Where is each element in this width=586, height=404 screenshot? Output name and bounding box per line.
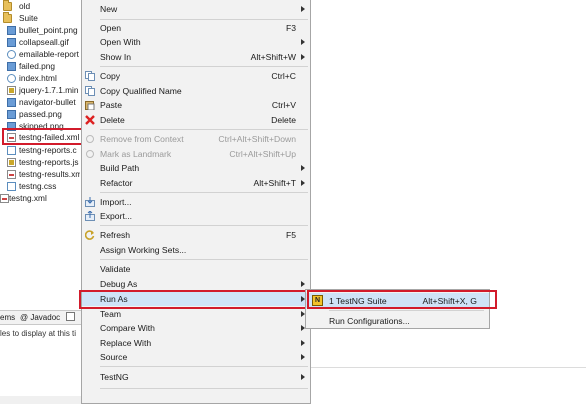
- paste-icon: [85, 100, 95, 111]
- menu-item-source[interactable]: Source: [82, 350, 310, 364]
- highlight-testng-suite: [307, 290, 497, 309]
- submenu-separator: [329, 310, 484, 311]
- editor-area: [311, 0, 586, 404]
- menu-separator: [100, 129, 308, 130]
- bottom-panel-message: les to display at this ti: [0, 329, 77, 338]
- submenu-item-run-configurations[interactable]: Run Configurations...: [306, 313, 489, 328]
- js-file-icon: [7, 86, 16, 95]
- menu-item-testng[interactable]: TestNG: [82, 370, 310, 384]
- image-file-icon: [7, 38, 16, 47]
- xml-file-icon: [7, 170, 16, 179]
- submenu-arrow-icon: [301, 374, 305, 380]
- menu-separator: [100, 192, 308, 193]
- menu-item-assign-working-sets[interactable]: Assign Working Sets...: [82, 243, 310, 257]
- menu-separator: [100, 388, 308, 389]
- highlight-run-as: [79, 290, 308, 309]
- xml-file-icon: [0, 194, 9, 203]
- menu-item-replace-with[interactable]: Replace With: [82, 336, 310, 350]
- css-file-icon: [7, 146, 16, 155]
- menu-item-refactor[interactable]: Refactor Alt+Shift+T: [82, 176, 310, 190]
- menu-item-show-in[interactable]: Show In Alt+Shift+W: [82, 50, 310, 64]
- refresh-icon: [84, 230, 95, 240]
- folder-icon: [3, 12, 12, 23]
- menu-item-debug-as[interactable]: Debug As: [82, 277, 310, 291]
- menu-separator: [100, 225, 308, 226]
- remove-context-icon: [85, 134, 95, 144]
- menu-item-new[interactable]: New: [82, 2, 310, 16]
- declaration-icon[interactable]: [66, 312, 75, 321]
- menu-separator: [100, 66, 308, 67]
- submenu-arrow-icon: [301, 54, 305, 60]
- menu-separator: [100, 19, 308, 20]
- menu-item-compare-with[interactable]: Compare With: [82, 321, 310, 335]
- image-file-icon: [7, 110, 16, 119]
- submenu-arrow-icon: [301, 6, 305, 12]
- menu-item-copy[interactable]: Copy Ctrl+C: [82, 69, 310, 83]
- submenu-arrow-icon: [301, 39, 305, 45]
- menu-item-open[interactable]: Open F3: [82, 21, 310, 35]
- copy-icon: [85, 71, 95, 81]
- delete-icon: [85, 115, 95, 125]
- menu-separator: [100, 366, 308, 367]
- image-file-icon: [7, 98, 16, 107]
- tab-javadoc[interactable]: @ Javadoc: [20, 312, 60, 323]
- image-file-icon: [7, 26, 16, 35]
- highlight-testng-failed-xml: [2, 128, 86, 145]
- menu-item-refresh[interactable]: Refresh F5: [82, 228, 310, 242]
- editor-divider: [311, 367, 586, 368]
- web-file-icon: [7, 50, 16, 59]
- export-icon: [85, 210, 95, 221]
- menu-item-remove-from-context[interactable]: Remove from Context Ctrl+Alt+Shift+Down: [82, 132, 310, 146]
- menu-item-validate[interactable]: Validate: [82, 262, 310, 276]
- submenu-arrow-icon: [301, 281, 305, 287]
- js-file-icon: [7, 158, 16, 167]
- submenu-arrow-icon: [301, 354, 305, 360]
- menu-item-open-with[interactable]: Open With: [82, 35, 310, 49]
- menu-item-build-path[interactable]: Build Path: [82, 161, 310, 175]
- submenu-arrow-icon: [301, 180, 305, 186]
- context-menu: New Open F3 Open With Show In Alt+Shift+…: [81, 0, 311, 404]
- project-explorer-tree: old Suite bullet_point.png collapseall.g…: [0, 0, 80, 300]
- menu-item-team[interactable]: Team: [82, 307, 310, 321]
- tab-problems[interactable]: ems: [0, 312, 15, 323]
- menu-item-paste[interactable]: Paste Ctrl+V: [82, 98, 310, 112]
- submenu-arrow-icon: [301, 340, 305, 346]
- menu-item-export[interactable]: Export...: [82, 209, 310, 223]
- web-file-icon: [7, 74, 16, 83]
- landmark-icon: [85, 149, 95, 159]
- copy-icon: [85, 86, 95, 96]
- menu-item-import[interactable]: Import...: [82, 195, 310, 209]
- submenu-arrow-icon: [301, 165, 305, 171]
- folder-icon: [3, 0, 12, 11]
- menu-item-mark-as-landmark[interactable]: Mark as Landmark Ctrl+Alt+Shift+Up: [82, 147, 310, 161]
- menu-item-copy-qualified-name[interactable]: Copy Qualified Name: [82, 84, 310, 98]
- menu-separator: [100, 259, 308, 260]
- menu-item-delete[interactable]: Delete Delete: [82, 113, 310, 127]
- image-file-icon: [7, 62, 16, 71]
- import-icon: [85, 197, 95, 207]
- css-file-icon: [7, 182, 16, 191]
